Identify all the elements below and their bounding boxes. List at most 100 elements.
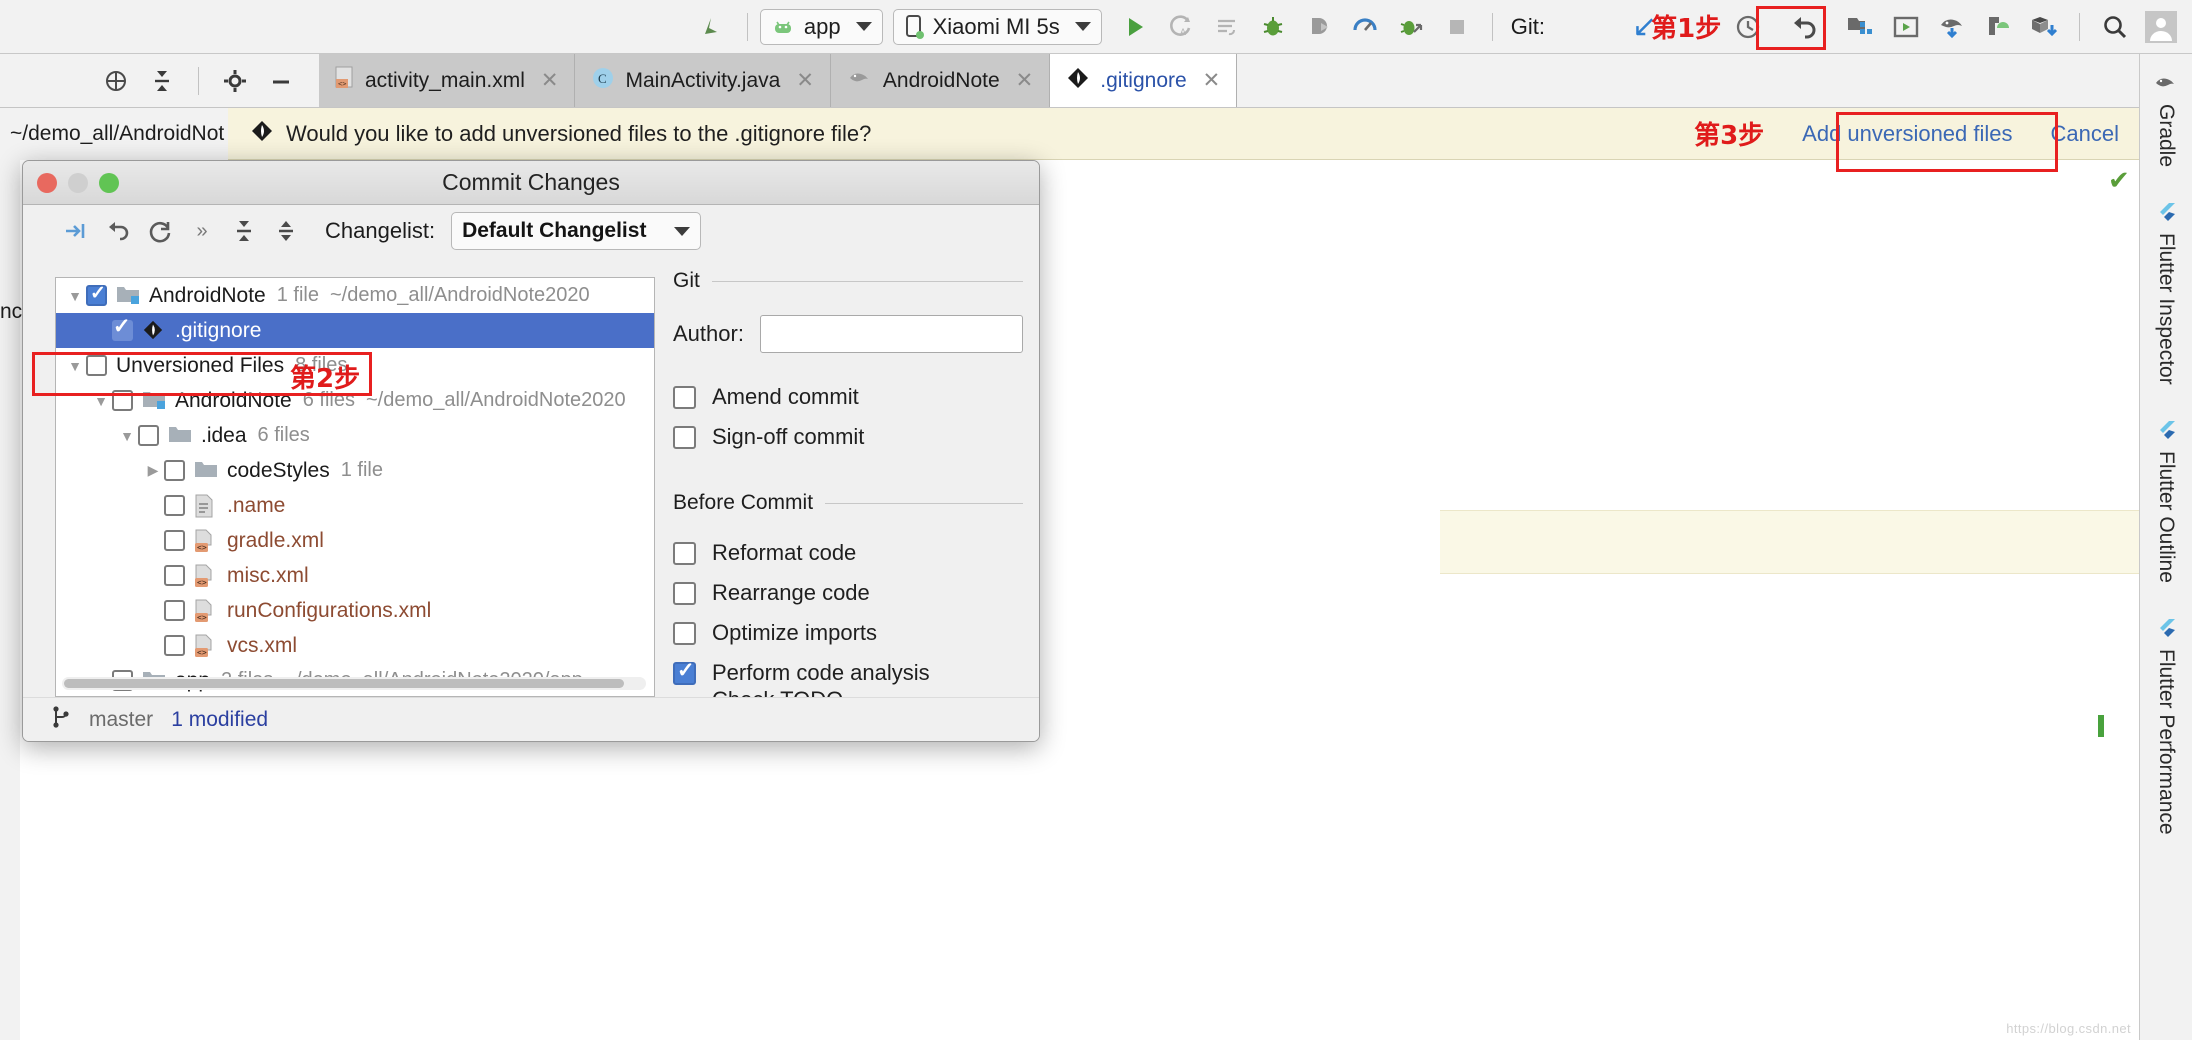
gitignore-icon xyxy=(250,119,274,149)
tab-activity-main-xml[interactable]: <> activity_main.xml ✕ xyxy=(319,54,576,107)
sidebar-item-flutter-inspector[interactable]: Flutter Inspector xyxy=(2154,201,2178,385)
option-signoff-commit[interactable]: Sign-off commit xyxy=(673,417,1023,457)
close-icon[interactable]: ✕ xyxy=(1016,68,1034,93)
revert-icon[interactable] xyxy=(99,212,137,250)
tree-row[interactable]: ▶ codeStyles 1 file xyxy=(56,453,654,488)
sidebar-item-flutter-outline[interactable]: Flutter Outline xyxy=(2154,419,2178,583)
project-view-toolbar xyxy=(0,54,301,107)
tree-row-name: .idea xyxy=(201,423,247,447)
commit-changes-dialog: Commit Changes » Changelist: Default Cha… xyxy=(22,160,1040,742)
modified-count[interactable]: 1 modified xyxy=(171,708,268,732)
build-apk-icon[interactable] xyxy=(2021,6,2067,48)
editor-gutter xyxy=(0,160,20,1040)
sidebar-item-flutter-performance[interactable]: Flutter Performance xyxy=(2154,617,2178,835)
window-controls xyxy=(37,173,119,193)
tree-row-name: misc.xml xyxy=(227,563,309,587)
tree-row-checkbox[interactable] xyxy=(86,282,107,306)
commit-options-panel: Git Author: Amend commit Sign-off commit… xyxy=(673,269,1023,743)
device-file-explorer-icon[interactable] xyxy=(1975,6,2021,48)
option-amend-commit[interactable]: Amend commit xyxy=(673,377,1023,417)
search-everywhere-icon[interactable] xyxy=(2092,6,2138,48)
chevron-down-icon[interactable]: ▼ xyxy=(116,428,138,444)
minimize-button[interactable] xyxy=(68,173,88,193)
option-optimize-imports[interactable]: Optimize imports xyxy=(673,613,1023,653)
tree-row-checkbox[interactable] xyxy=(112,314,133,341)
hide-icon[interactable] xyxy=(261,61,301,101)
changed-files-tree[interactable]: ▼ AndroidNote 1 file ~/demo_all/AndroidNote… xyxy=(55,277,655,697)
close-icon[interactable]: ✕ xyxy=(541,68,559,93)
cancel-link[interactable]: Cancel xyxy=(2051,121,2119,147)
tree-row-checkbox[interactable] xyxy=(138,425,159,446)
expand-all-icon[interactable] xyxy=(225,212,263,250)
checkbox[interactable] xyxy=(673,742,696,743)
option-rearrange-code[interactable]: Rearrange code xyxy=(673,573,1023,613)
gradle-sync-icon[interactable] xyxy=(1929,6,1975,48)
tree-row[interactable]: .gitignore xyxy=(56,313,654,348)
tree-row[interactable]: <> misc.xml xyxy=(56,558,654,593)
tab-androidnote[interactable]: AndroidNote ✕ xyxy=(830,54,1051,107)
sidebar-item-label: Flutter Performance xyxy=(2155,648,2178,835)
checkbox[interactable] xyxy=(673,385,696,409)
gradle-elephant-icon xyxy=(847,67,873,95)
sdk-manager-icon[interactable] xyxy=(1883,6,1929,48)
android-studio-window: app Xiaomi MI 5s A Git: ↙ 第1步 <> activit… xyxy=(0,0,2192,1040)
tree-row-checkbox[interactable] xyxy=(164,460,185,481)
more-icon[interactable]: » xyxy=(183,212,221,250)
apply-changes-icon[interactable]: A xyxy=(1158,6,1204,48)
user-avatar[interactable] xyxy=(2138,6,2184,48)
xml-file-icon: <> xyxy=(194,529,218,553)
checkbox[interactable] xyxy=(673,541,696,565)
checkbox[interactable] xyxy=(673,621,696,645)
avd-manager-icon[interactable] xyxy=(1837,6,1883,48)
tree-row-checkbox[interactable] xyxy=(164,565,185,586)
tab-mainactivity-java[interactable]: C MainActivity.java ✕ xyxy=(575,54,831,107)
tree-row[interactable]: .name xyxy=(56,488,654,523)
settings-gear-icon[interactable] xyxy=(215,61,255,101)
changelist-value: Default Changelist xyxy=(462,219,647,242)
author-input[interactable] xyxy=(759,315,1023,353)
run-button[interactable] xyxy=(1112,6,1158,48)
select-opened-file-icon[interactable] xyxy=(96,61,136,101)
module-selector[interactable]: app xyxy=(759,8,883,45)
maximize-button[interactable] xyxy=(99,173,119,193)
show-diff-icon[interactable] xyxy=(57,212,95,250)
run-with-coverage-icon[interactable] xyxy=(1388,6,1434,48)
tree-row[interactable]: <> vcs.xml xyxy=(56,628,654,663)
tree-row-name: codeStyles xyxy=(227,458,330,482)
checkbox[interactable] xyxy=(673,658,696,685)
phone-icon xyxy=(905,14,924,39)
tree-row-checkbox[interactable] xyxy=(164,495,185,516)
device-selector[interactable]: Xiaomi MI 5s xyxy=(892,8,1102,45)
xml-layout-icon: <> xyxy=(335,66,355,96)
attach-debugger-icon[interactable] xyxy=(1296,6,1342,48)
sidebar-item-gradle[interactable]: Gradle xyxy=(2153,72,2179,167)
tab-gitignore[interactable]: .gitignore ✕ xyxy=(1050,54,1238,107)
collapse-all-icon[interactable] xyxy=(267,212,305,250)
changelist-select[interactable]: Default Changelist xyxy=(451,212,702,250)
tree-row[interactable]: <> gradle.xml xyxy=(56,523,654,558)
close-icon[interactable]: ✕ xyxy=(1203,68,1221,93)
tree-row[interactable]: ▼ AndroidNote 1 file ~/demo_all/AndroidNote… xyxy=(56,278,654,313)
tree-row[interactable]: <> runConfigurations.xml xyxy=(56,593,654,628)
tree-row-checkbox[interactable] xyxy=(164,600,185,621)
close-icon[interactable]: ✕ xyxy=(796,68,814,93)
tree-row-checkbox[interactable] xyxy=(164,530,185,551)
option-label: Optimize imports xyxy=(712,620,878,645)
checkbox[interactable] xyxy=(673,425,696,449)
chevron-right-icon[interactable]: ▶ xyxy=(142,462,164,479)
tree-row-checkbox[interactable] xyxy=(164,635,185,656)
annotation-step1-label: 第1步 xyxy=(1651,14,1722,44)
profiler-icon[interactable] xyxy=(1342,6,1388,48)
tree-row[interactable]: ▼ .idea 6 files xyxy=(56,418,654,453)
main-toolbar: app Xiaomi MI 5s A Git: xyxy=(0,0,2192,54)
refresh-icon[interactable] xyxy=(141,212,179,250)
option-reformat-code[interactable]: Reformat code xyxy=(673,533,1023,573)
debug-icon[interactable] xyxy=(1250,6,1296,48)
apply-code-changes-icon[interactable] xyxy=(1204,6,1250,48)
close-button[interactable] xyxy=(37,173,57,193)
tree-horizontal-scrollbar[interactable] xyxy=(62,677,646,690)
expand-collapse-icon[interactable] xyxy=(142,61,182,101)
checkbox[interactable] xyxy=(673,581,696,605)
chevron-down-icon[interactable]: ▼ xyxy=(64,288,86,304)
navigate-up-icon[interactable] xyxy=(689,6,735,48)
